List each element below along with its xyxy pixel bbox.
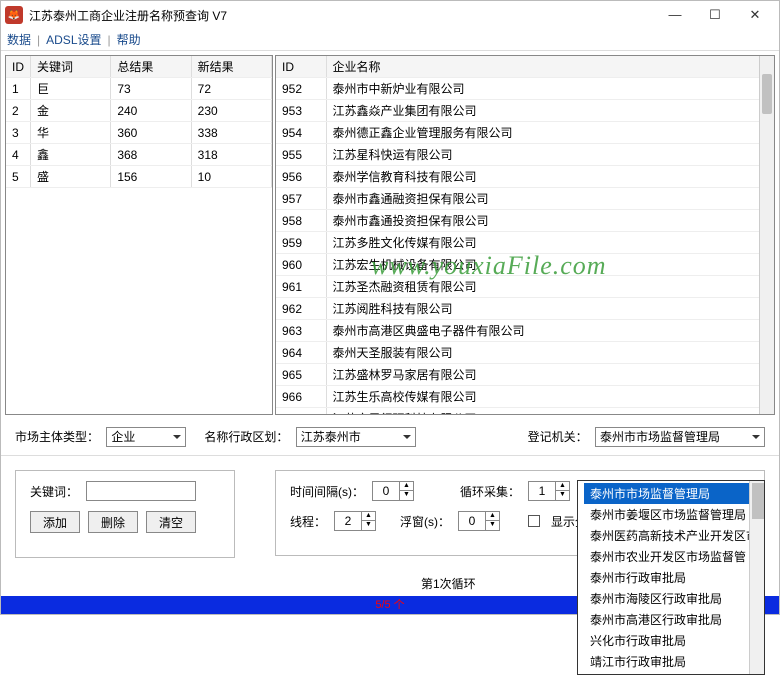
company-table: ID企业名称 952泰州市中新炉业有限公司953江苏鑫焱产业集团有限公司954泰… [276, 56, 774, 415]
table-row[interactable]: 967江苏宏晟行研科技有限公司 [276, 408, 774, 416]
type-label: 市场主体类型： [15, 430, 99, 444]
table-row[interactable]: 957泰州市鑫通融资担保有限公司 [276, 188, 774, 210]
dropdown-option[interactable]: 泰州医药高新技术产业开发区市 [584, 525, 758, 546]
table-row[interactable]: 955江苏星科快运有限公司 [276, 144, 774, 166]
interval-label: 时间间隔(s)： [290, 483, 364, 500]
column-header[interactable]: 关键词 [31, 56, 111, 78]
column-header[interactable]: 新结果 [191, 56, 271, 78]
column-header[interactable]: 企业名称 [326, 56, 774, 78]
table-row[interactable]: 1巨7372 [6, 78, 272, 100]
minimize-button[interactable]: — [655, 1, 695, 29]
table-row[interactable]: 2金240230 [6, 100, 272, 122]
table-row[interactable]: 962江苏阅胜科技有限公司 [276, 298, 774, 320]
table-row[interactable]: 952泰州市中新炉业有限公司 [276, 78, 774, 100]
division-select[interactable]: 江苏泰州市 [296, 427, 416, 447]
cycle-label: 第1次循环 [421, 575, 476, 592]
table-row[interactable]: 966江苏生乐高校传媒有限公司 [276, 386, 774, 408]
menubar: 数据 | ADSL设置 | 帮助 [1, 29, 779, 51]
table-row[interactable]: 963泰州市高港区典盛电子器件有限公司 [276, 320, 774, 342]
menu-data[interactable]: 数据 [7, 31, 31, 48]
loop-stepper[interactable]: 1▲▼ [528, 481, 570, 501]
keyword-table: ID关键词总结果新结果 1巨73722金2402303华3603384鑫3683… [6, 56, 272, 188]
keyword-input[interactable] [86, 481, 196, 501]
table-row[interactable]: 954泰州德正鑫企业管理服务有限公司 [276, 122, 774, 144]
filters-row: 市场主体类型： 企业 名称行政区划： 江苏泰州市 登记机关： 泰州市市场监督管理… [1, 419, 779, 456]
dropdown-option[interactable]: 泰州市市场监督管理局 [584, 483, 758, 504]
add-button[interactable]: 添加 [30, 511, 80, 533]
maximize-button[interactable]: ☐ [695, 1, 735, 29]
column-header[interactable]: ID [6, 56, 31, 78]
table-row[interactable]: 958泰州市鑫通投资担保有限公司 [276, 210, 774, 232]
app-icon: 🦊 [5, 6, 23, 24]
close-button[interactable]: ✕ [735, 1, 775, 29]
dropdown-option[interactable]: 泰州市海陵区行政审批局 [584, 588, 758, 609]
table-row[interactable]: 953江苏鑫焱产业集团有限公司 [276, 100, 774, 122]
keyword-label: 关键词： [30, 483, 78, 500]
dropdown-option[interactable]: 靖江市行政审批局 [584, 651, 758, 672]
table-row[interactable]: 965江苏盛林罗马家居有限公司 [276, 364, 774, 386]
registry-dropdown[interactable]: 泰州市市场监督管理局泰州市姜堰区市场监督管理局泰州医药高新技术产业开发区市泰州市… [577, 480, 765, 675]
thread-stepper[interactable]: 2▲▼ [334, 511, 376, 531]
registry-label: 登记机关： [528, 430, 588, 444]
company-table-pane[interactable]: ID企业名称 952泰州市中新炉业有限公司953江苏鑫焱产业集团有限公司954泰… [275, 55, 775, 415]
keyword-table-pane[interactable]: ID关键词总结果新结果 1巨73722金2402303华3603384鑫3683… [5, 55, 273, 415]
registry-select[interactable]: 泰州市市场监督管理局 [595, 427, 765, 447]
interval-stepper[interactable]: 0▲▼ [372, 481, 414, 501]
table-row[interactable]: 959江苏多胜文化传媒有限公司 [276, 232, 774, 254]
dropdown-option[interactable]: 泰州市姜堰区市场监督管理局 [584, 504, 758, 525]
table-row[interactable]: 964泰州天圣服装有限公司 [276, 342, 774, 364]
table-row[interactable]: 960江苏宏生机械设备有限公司 [276, 254, 774, 276]
dropdown-option[interactable]: 泰州市高港区行政审批局 [584, 609, 758, 630]
table-row[interactable]: 4鑫368318 [6, 144, 272, 166]
menu-adsl[interactable]: ADSL设置 [46, 31, 101, 48]
window-title: 江苏泰州工商企业注册名称预查询 V7 [29, 7, 655, 24]
loop-label: 循环采集： [460, 483, 520, 500]
table-row[interactable]: 3华360338 [6, 122, 272, 144]
dropdown-option[interactable]: 泰州市农业开发区市场监督管 [584, 546, 758, 567]
float-stepper[interactable]: 0▲▼ [458, 511, 500, 531]
keyword-box: 关键词： 添加 删除 清空 [15, 470, 235, 558]
thread-label: 线程： [290, 513, 326, 530]
scrollbar[interactable] [759, 56, 774, 414]
division-label: 名称行政区划： [204, 430, 288, 444]
table-row[interactable]: 5盛15610 [6, 166, 272, 188]
dropdown-option[interactable]: 兴化市行政审批局 [584, 630, 758, 651]
titlebar: 🦊 江苏泰州工商企业注册名称预查询 V7 — ☐ ✕ [1, 1, 779, 29]
type-select[interactable]: 企业 [106, 427, 186, 447]
dropdown-option[interactable]: 泰州市行政审批局 [584, 567, 758, 588]
column-header[interactable]: ID [276, 56, 326, 78]
dropdown-scrollbar[interactable] [749, 481, 764, 674]
show-all-checkbox[interactable] [528, 515, 540, 527]
delete-button[interactable]: 删除 [88, 511, 138, 533]
clear-button[interactable]: 清空 [146, 511, 196, 533]
menu-help[interactable]: 帮助 [117, 31, 141, 48]
column-header[interactable]: 总结果 [111, 56, 191, 78]
table-row[interactable]: 961江苏圣杰融资租赁有限公司 [276, 276, 774, 298]
float-label: 浮窗(s)： [400, 513, 450, 530]
table-row[interactable]: 956泰州学信教育科技有限公司 [276, 166, 774, 188]
